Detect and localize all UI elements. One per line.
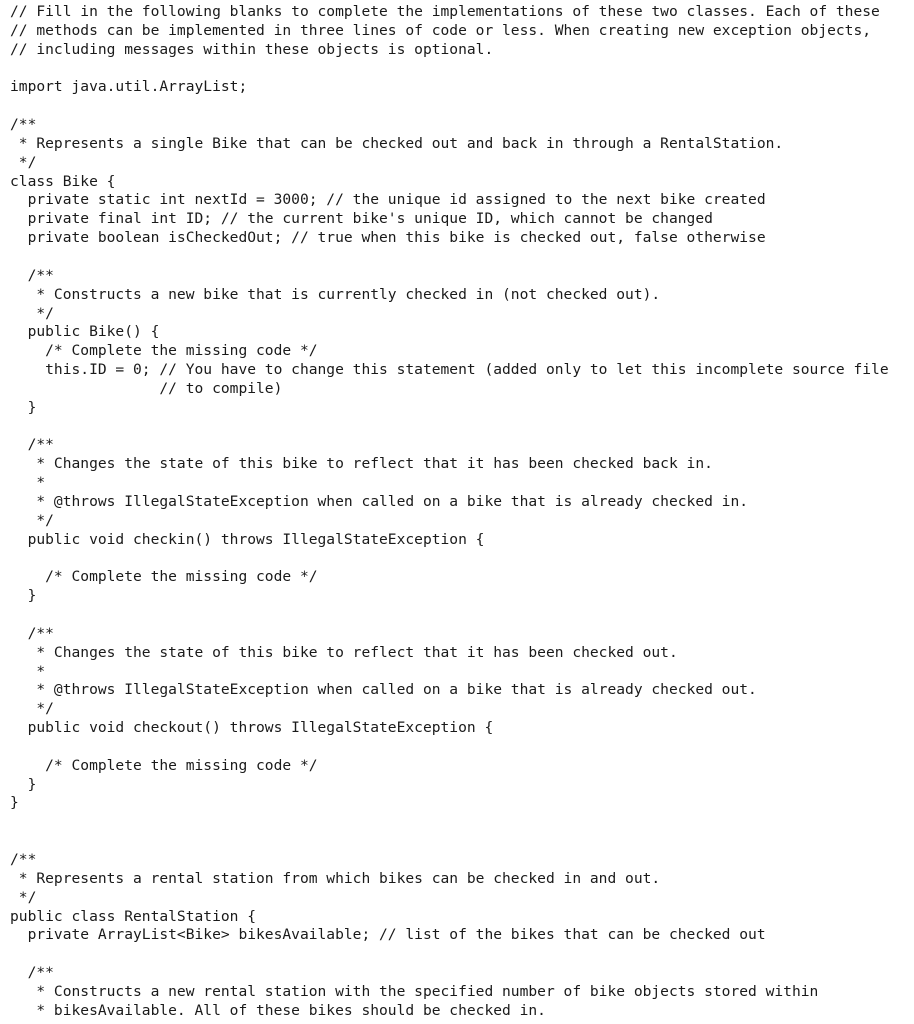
code-line: */ [10,304,54,322]
code-line: * [10,474,46,492]
code-line: public class RentalStation { [10,907,257,925]
code-line: */ [10,511,54,529]
code-line: * Represents a rental station from which… [10,869,661,887]
code-line: public void checkout() throws IllegalSta… [10,719,494,737]
code-line: /* Complete the missing code */ [10,568,318,586]
code-line: } [10,587,37,605]
code-line: // Fill in the following blanks to compl… [10,3,880,20]
code-line: * Constructs a new bike that is currentl… [10,285,661,303]
code-line: private final int ID; // the current bik… [10,210,713,228]
code-line: /** [10,436,54,454]
code-line: * Changes the state of this bike to refl… [10,455,713,473]
code-line: */ [10,153,37,171]
code-line: * Changes the state of this bike to refl… [10,643,678,661]
code-line: /** [10,850,37,868]
code-line: private boolean isCheckedOut; // true wh… [10,229,766,247]
code-line: */ [10,888,37,906]
code-line: private static int nextId = 3000; // the… [10,191,766,209]
code-line: /** [10,266,54,284]
code-listing: // Fill in the following blanks to compl… [10,3,910,1021]
code-line: // including messages within these objec… [10,40,494,58]
code-line: /** [10,116,37,134]
code-line: // methods can be implemented in three l… [10,21,872,39]
code-line: * @throws IllegalStateException when cal… [10,681,757,699]
code-line: } [10,794,19,812]
code-line: import java.util.ArrayList; [10,78,248,96]
code-line: /** [10,964,54,982]
code-line: * bikesAvailable. All of these bikes sho… [10,1001,546,1019]
code-line: this.ID = 0; // You have to change this … [10,361,889,379]
code-line: * [10,662,46,680]
code-line: * @throws IllegalStateException when cal… [10,492,749,510]
code-line: /** [10,624,54,642]
code-line: public Bike() { [10,323,160,341]
code-line: } [10,398,37,416]
code-line: private ArrayList<Bike> bikesAvailable; … [10,926,766,944]
code-line: /* Complete the missing code */ [10,342,318,360]
code-line: */ [10,700,54,718]
code-line: // to compile) [10,379,283,397]
code-line: } [10,775,37,793]
code-line: /* Complete the missing code */ [10,756,318,774]
code-line: * Represents a single Bike that can be c… [10,134,784,152]
code-line: public void checkin() throws IllegalStat… [10,530,485,548]
code-line: * Constructs a new rental station with t… [10,982,819,1000]
code-line: class Bike { [10,172,116,190]
